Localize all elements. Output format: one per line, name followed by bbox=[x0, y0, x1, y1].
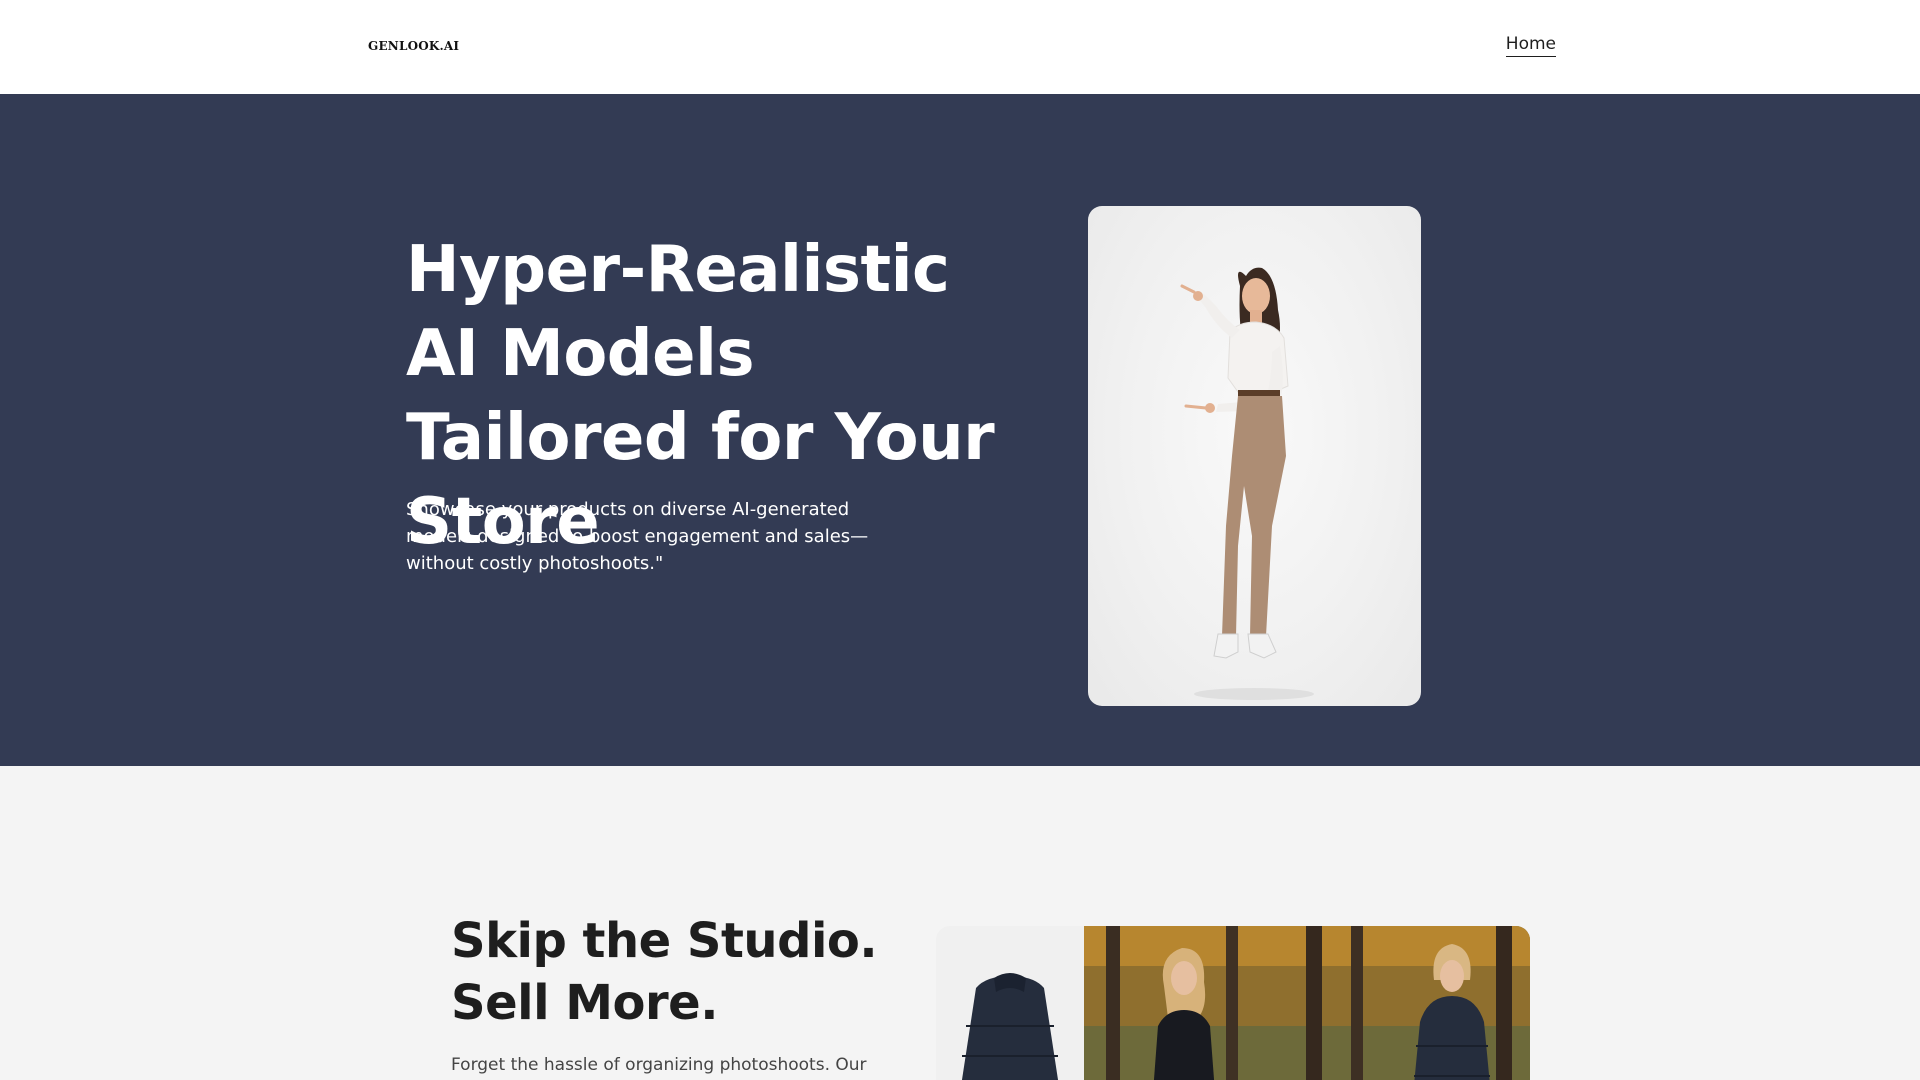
feature-title-line1: Skip the Studio. bbox=[451, 913, 878, 969]
feature-title-line2: Sell More. bbox=[451, 975, 718, 1031]
hero-section: Hyper-Realistic AI Models Tailored for Y… bbox=[0, 94, 1920, 766]
hero-description: Showcase your products on diverse AI-gen… bbox=[406, 499, 869, 574]
feature-product-images bbox=[936, 926, 1530, 1080]
feature-description: Forget the hassle of organizing photosho… bbox=[451, 1055, 867, 1075]
logo-link[interactable]: GENLOOK.AI bbox=[368, 39, 459, 53]
model-pointing-illustration bbox=[1180, 267, 1314, 700]
hero-model-image bbox=[1088, 206, 1421, 706]
feature-title: Skip the Studio. Sell More. bbox=[451, 910, 911, 1034]
jacket-model-illustration bbox=[936, 926, 1530, 1080]
site-header: GENLOOK.AI Home bbox=[0, 0, 1920, 94]
feature-section: Skip the Studio. Sell More. Forget the h… bbox=[0, 766, 1920, 1080]
nav-home-link[interactable]: Home bbox=[1505, 34, 1556, 57]
